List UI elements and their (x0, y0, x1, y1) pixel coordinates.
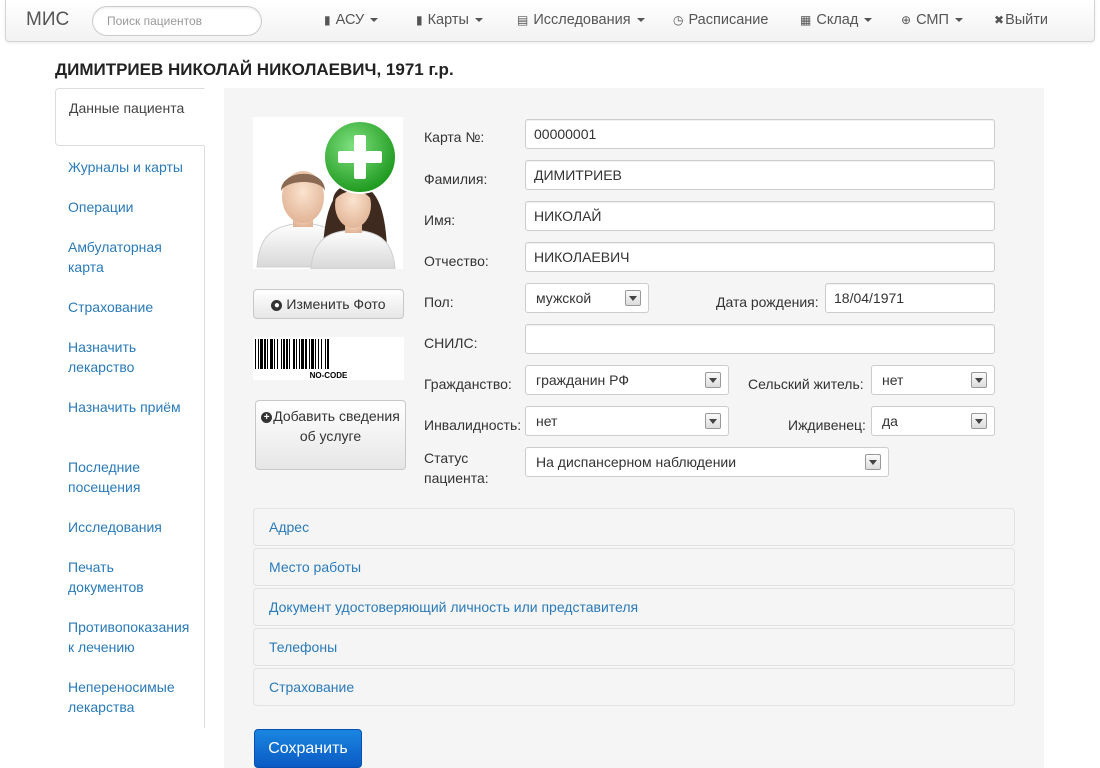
close-icon: ✖ (994, 13, 1005, 27)
change-photo-button[interactable]: ● Изменить Фото (253, 289, 404, 319)
disability-label: Инвалидность: (424, 417, 522, 433)
sidebar-item-research[interactable]: Исследования (55, 517, 205, 537)
sidebar-item-outpatient-card[interactable]: Амбулаторная карта (55, 237, 205, 277)
chevron-down-icon (636, 18, 645, 23)
chevron-down-icon (370, 18, 379, 23)
save-button[interactable]: Сохранить (254, 729, 362, 768)
patient-search-input[interactable] (92, 6, 262, 36)
chevron-down-icon (865, 454, 881, 470)
patient-photo (253, 117, 403, 270)
sidebar-item-print-docs[interactable]: Печать документов (55, 557, 205, 597)
clock-icon: ◷ (673, 13, 684, 27)
snils-label: СНИЛС: (424, 335, 478, 351)
sex-select[interactable]: мужской (525, 283, 649, 313)
citizenship-label: Гражданство: (424, 376, 512, 392)
barcode-text: NO-CODE (309, 371, 348, 380)
disability-select-value: нет (536, 413, 558, 429)
plus-circle-icon: ⊕ (901, 13, 912, 27)
top-navbar: МИС ▮ АСУ ▮ Карты ▤ Исследования ◷ Расписани… (5, 0, 1095, 42)
first-name-label: Имя: (424, 212, 456, 228)
page-title: ДИМИТРИЕВ НИКОЛАЙ НИКОЛАЕВИЧ, 1971 г.р. (55, 60, 454, 79)
nav-smp-label: СМП (916, 12, 949, 28)
first-name-field[interactable] (525, 201, 995, 231)
nav-cards[interactable]: ▮ Карты (416, 12, 483, 28)
add-service-button[interactable]: + Добавить сведения об услуге (255, 400, 406, 470)
status-label: Статус пациента: (424, 450, 489, 486)
dependent-select-value: да (882, 413, 898, 429)
snils-field[interactable] (525, 324, 995, 354)
rural-select[interactable]: нет (871, 365, 995, 395)
book-icon: ▮ (416, 13, 423, 27)
nav-research[interactable]: ▤ Исследования (517, 12, 645, 28)
last-name-label: Фамилия: (424, 171, 488, 187)
dependent-select[interactable]: да (871, 406, 995, 436)
accordion-identity-document[interactable]: Документ удостоверяющий личность или пре… (253, 588, 1015, 626)
birth-date-field[interactable] (825, 283, 995, 313)
citizenship-select[interactable]: гражданин РФ (525, 365, 729, 395)
calendar-icon: ▦ (800, 13, 812, 27)
sidebar-item-contraindications[interactable]: Противопоказания к лечению (55, 617, 205, 657)
chevron-down-icon (864, 18, 873, 23)
nav-smp[interactable]: ⊕ СМП (901, 12, 963, 28)
avatar-placeholder-icon (256, 120, 397, 270)
nav-logout-label: Выйти (1005, 12, 1048, 28)
status-select[interactable]: На диспансерном наблюдении (525, 447, 889, 477)
sidebar-item-prescribe-drug[interactable]: Назначить лекарство (55, 337, 205, 377)
card-no-field[interactable] (525, 119, 995, 149)
last-name-field[interactable] (525, 160, 995, 190)
nav-asu-label: АСУ (335, 12, 365, 28)
accordion-workplace[interactable]: Место работы (253, 548, 1015, 586)
rural-select-value: нет (882, 372, 904, 388)
chevron-down-icon (625, 290, 641, 306)
sidebar-item-operations[interactable]: Операции (55, 197, 205, 217)
chevron-down-icon (474, 18, 483, 23)
patronymic-label: Отчество: (424, 253, 489, 269)
nav-research-label: Исследования (533, 12, 631, 28)
nav-schedule[interactable]: ◷ Расписание (673, 12, 768, 28)
sidebar-item-patient-data[interactable]: Данные пациента (55, 88, 205, 146)
briefcase-icon: ▮ (324, 13, 331, 27)
sidebar-item-insurance[interactable]: Страхование (55, 297, 205, 317)
accordion-address[interactable]: Адрес (253, 508, 1015, 546)
card-no-label: Карта №: (424, 129, 485, 145)
chevron-down-icon (971, 413, 987, 429)
citizenship-select-value: гражданин РФ (536, 372, 629, 388)
accordion-phones[interactable]: Телефоны (253, 628, 1015, 666)
chevron-down-icon (954, 18, 963, 23)
sidebar-item-journals[interactable]: Журналы и карты (55, 157, 205, 177)
sex-select-value: мужской (536, 290, 592, 306)
change-photo-label: Изменить Фото (286, 296, 386, 312)
disability-select[interactable]: нет (525, 406, 729, 436)
chevron-down-icon (705, 413, 721, 429)
chevron-down-icon (971, 372, 987, 388)
list-icon: ▤ (517, 13, 529, 27)
dependent-label: Иждивенец: (788, 417, 866, 433)
patient-barcode: NO-CODE (253, 337, 404, 380)
sex-label: Пол: (424, 294, 454, 310)
add-service-label: Добавить сведения об услуге (273, 408, 400, 444)
patient-sidebar: Данные пациента Журналы и карты Операции… (55, 88, 205, 728)
rural-label: Сельский житель: (748, 376, 864, 392)
camera-icon: ● (271, 299, 283, 311)
nav-schedule-label: Расписание (688, 12, 769, 28)
status-select-value: На диспансерном наблюдении (536, 454, 737, 470)
nav-warehouse[interactable]: ▦ Склад (800, 12, 873, 28)
chevron-down-icon (705, 372, 721, 388)
plus-circle-icon: + (261, 411, 273, 423)
nav-cards-label: Карты (427, 12, 469, 28)
accordion-insurance[interactable]: Страхование (253, 668, 1015, 706)
sidebar-item-appointment[interactable]: Назначить приём (55, 397, 205, 417)
nav-warehouse-label: Склад (816, 12, 859, 28)
nav-asu[interactable]: ▮ АСУ (324, 12, 379, 28)
app-brand[interactable]: МИС (26, 9, 69, 31)
sidebar-item-last-visits[interactable]: Последние посещения (55, 457, 205, 497)
sidebar-item-drug-intolerance[interactable]: Непереносимые лекарства (55, 677, 205, 717)
birth-date-label: Дата рождения: (716, 294, 819, 310)
nav-logout[interactable]: ✖Выйти (994, 12, 1048, 28)
patronymic-field[interactable] (525, 242, 995, 272)
barcode-icon (255, 339, 329, 369)
